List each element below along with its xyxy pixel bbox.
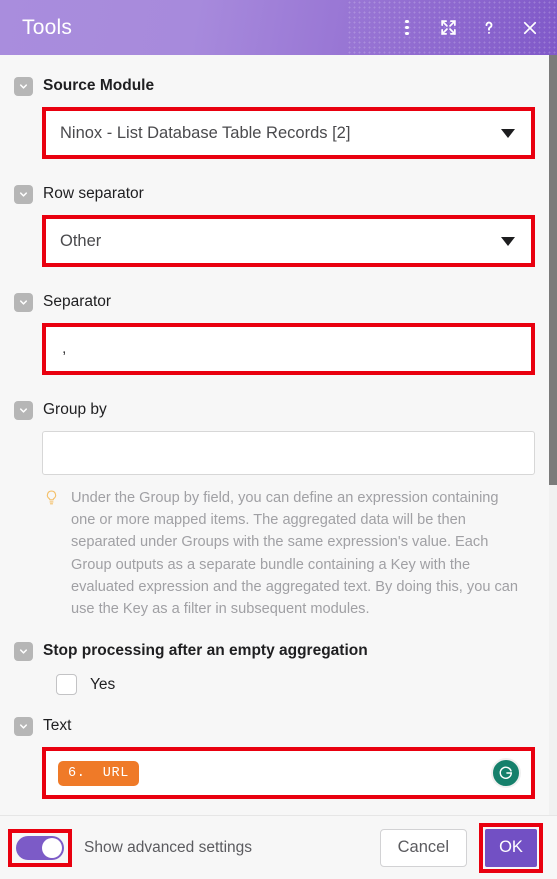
chevron-down-icon [501,128,515,138]
field-separator: Separator , [14,289,535,375]
dialog-title: Tools [22,16,73,39]
dialog-titlebar: Tools [0,0,557,55]
separator-highlight: , [42,323,535,375]
field-header: Text [14,713,535,739]
stop-processing-checkbox-row: Yes [56,674,535,696]
lightbulb-icon [44,489,60,620]
group-by-wrap [42,431,535,475]
group-by-input[interactable] [42,431,535,475]
field-stop-processing: Stop processing after an empty aggregati… [14,638,535,696]
advanced-toggle-highlight [8,828,72,867]
field-header: Source Module [14,73,535,99]
group-by-hint-text: Under the Group by field, you can define… [71,490,519,617]
group-by-hint: Under the Group by field, you can define… [44,487,535,620]
source-module-highlight: Ninox - List Database Table Records [2] [42,107,535,159]
chevron-down-icon[interactable] [14,641,33,661]
separator-input[interactable]: , [46,327,531,371]
ok-button[interactable]: OK [485,828,537,867]
show-advanced-settings-toggle[interactable] [16,835,64,860]
separator-value: , [62,340,67,357]
field-text: Text 6. URL [14,713,535,800]
source-module-value: Ninox - List Database Table Records [2] [60,123,351,142]
dialog-body: Source Module Ninox - List Database Tabl… [0,55,557,815]
dialog-footer: Show advanced settings Cancel OK [0,815,557,879]
tools-dialog: Tools Source Module Ninox - List Databas… [0,0,557,879]
cancel-button[interactable]: Cancel [379,828,467,867]
row-separator-highlight: Other [42,215,535,267]
field-row-separator: Row separator Other [14,181,535,267]
mapped-item-token[interactable]: 6. URL [58,760,139,786]
text-label: Text [43,717,72,735]
row-separator-label: Row separator [43,185,144,202]
stop-processing-checkbox-label: Yes [90,675,116,693]
group-by-label: Group by [43,401,107,418]
grammarly-icon[interactable] [491,758,521,789]
separator-label: Separator [43,293,112,310]
stop-processing-checkbox[interactable] [56,674,77,696]
expand-icon[interactable] [437,17,459,39]
chevron-down-icon [501,236,515,246]
scrollbar-thumb[interactable] [549,55,557,485]
help-icon[interactable] [478,17,500,39]
row-separator-value: Other [60,231,102,250]
text-highlight: 6. URL [42,747,535,800]
stop-processing-label: Stop processing after an empty aggregati… [43,642,368,660]
chevron-down-icon[interactable] [14,76,33,96]
row-separator-select[interactable]: Other [46,219,531,263]
field-source-module: Source Module Ninox - List Database Tabl… [14,73,535,159]
chevron-down-icon[interactable] [14,400,33,420]
source-module-select[interactable]: Ninox - List Database Table Records [2] [46,111,531,155]
ok-button-highlight: OK [479,822,543,873]
field-header: Row separator [14,181,535,207]
toggle-knob [42,837,62,858]
source-module-label: Source Module [43,77,155,94]
chevron-down-icon[interactable] [14,292,33,312]
chevron-down-icon[interactable] [14,716,33,736]
field-header: Separator [14,289,535,315]
close-icon[interactable] [519,17,541,39]
field-header: Group by [14,397,535,423]
titlebar-actions [396,17,541,39]
field-group-by: Group by Under the Group by field, you c… [14,397,535,620]
field-header: Stop processing after an empty aggregati… [14,638,535,664]
show-advanced-settings-label: Show advanced settings [84,838,253,856]
chevron-down-icon[interactable] [14,184,33,204]
more-options-icon[interactable] [396,17,418,39]
text-input[interactable]: 6. URL [46,751,531,796]
scrollbar-track[interactable] [549,55,557,815]
